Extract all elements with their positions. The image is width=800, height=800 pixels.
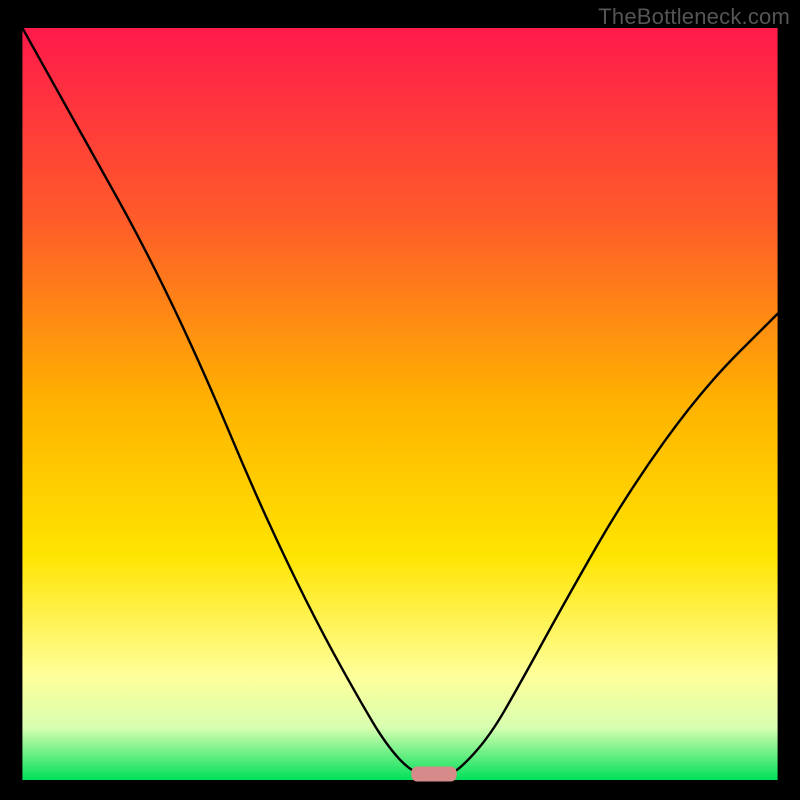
watermark-text: TheBottleneck.com (598, 4, 790, 30)
optimum-marker (411, 766, 456, 781)
bottleneck-chart: TheBottleneck.com (0, 0, 800, 800)
plot-area (22, 28, 777, 780)
chart-canvas (0, 0, 800, 800)
